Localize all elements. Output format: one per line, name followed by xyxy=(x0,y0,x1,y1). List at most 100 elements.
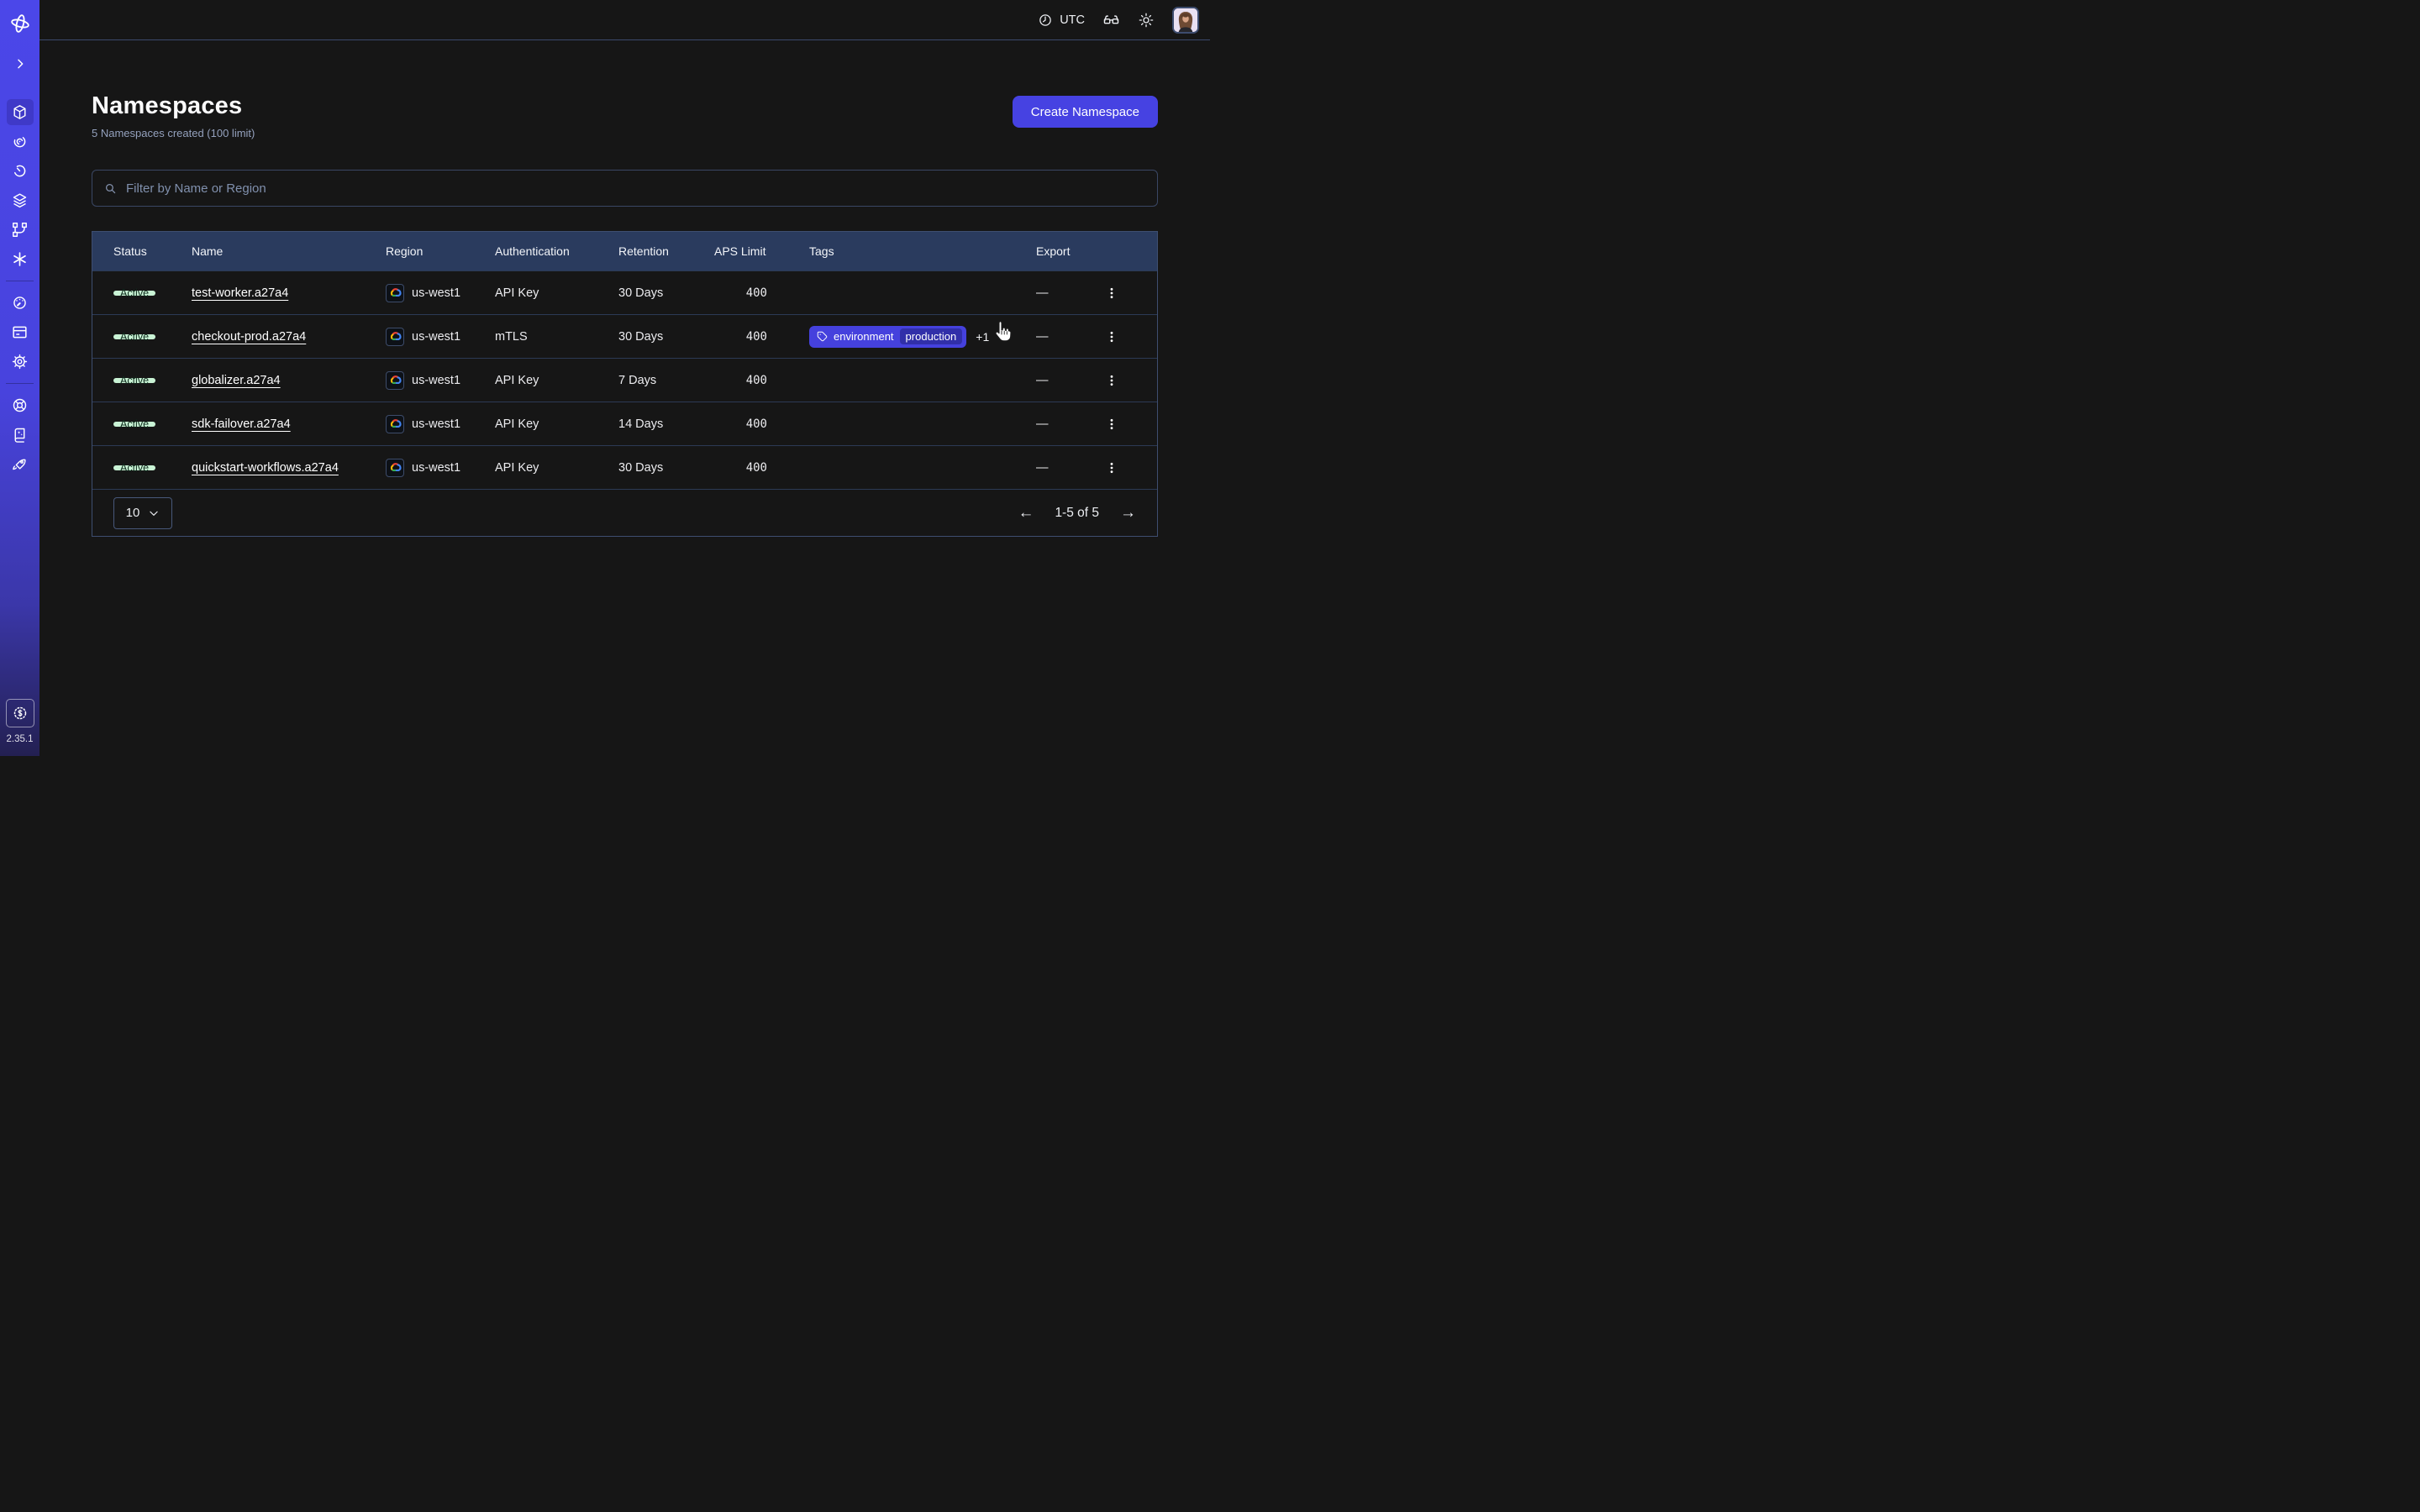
export-value: — xyxy=(1036,330,1049,344)
timezone-button[interactable]: UTC xyxy=(1038,13,1085,28)
row-menu-button[interactable] xyxy=(1100,281,1123,305)
tags-expand-chevron-icon[interactable] xyxy=(998,330,1012,344)
kebab-icon xyxy=(1105,330,1118,344)
sun-icon xyxy=(1138,12,1155,29)
gear-icon xyxy=(11,353,29,370)
next-page-button[interactable]: → xyxy=(1120,505,1136,521)
sidebar-item-support[interactable] xyxy=(7,392,34,418)
pager: ← 1-5 of 5 → xyxy=(1018,505,1136,521)
table-footer: 10 ← 1-5 of 5 → xyxy=(92,489,1157,536)
export-value: — xyxy=(1036,374,1049,387)
table-row: Active test-worker.a27a4 us-west1 API Ke… xyxy=(92,270,1157,314)
credits-button[interactable] xyxy=(6,699,34,727)
namespace-link[interactable]: globalizer.a27a4 xyxy=(192,374,281,387)
layers-icon xyxy=(11,192,29,209)
aps-limit-value: 400 xyxy=(714,461,809,475)
page-size-select[interactable]: 10 xyxy=(113,497,172,529)
page-title: Namespaces xyxy=(92,92,255,120)
gauge-icon xyxy=(11,294,29,312)
column-header-export: Export xyxy=(1036,244,1157,258)
sidebar-item-schedules[interactable] xyxy=(7,158,34,184)
region-label: us-west1 xyxy=(412,374,460,387)
sidebar-item-docs[interactable] xyxy=(7,422,34,448)
page-header: Namespaces 5 Namespaces created (100 lim… xyxy=(92,92,1158,139)
glasses-icon xyxy=(1102,11,1120,29)
aps-limit-value: 400 xyxy=(714,374,809,387)
row-menu-button[interactable] xyxy=(1100,456,1123,480)
tag-pill[interactable]: environment production xyxy=(809,326,966,348)
labs-mode-button[interactable] xyxy=(1102,11,1120,29)
dollar-badge-icon xyxy=(12,705,29,722)
export-value: — xyxy=(1036,461,1049,475)
page-size-value: 10 xyxy=(126,506,140,520)
auth-label: API Key xyxy=(495,286,618,300)
sidebar: 2.35.1 xyxy=(0,0,39,756)
sidebar-item-workflows[interactable] xyxy=(7,129,34,155)
sidebar-item-namespaces[interactable] xyxy=(7,99,34,125)
column-header-tags: Tags xyxy=(809,244,1036,258)
sidebar-expand-chevron-icon[interactable] xyxy=(7,50,34,77)
filter-bar xyxy=(92,170,1158,207)
status-badge: Active xyxy=(113,465,155,470)
clock-icon xyxy=(1038,13,1053,28)
prev-page-button[interactable]: ← xyxy=(1018,505,1034,521)
namespace-link[interactable]: test-worker.a27a4 xyxy=(192,286,288,300)
status-badge: Active xyxy=(113,422,155,427)
status-badge: Active xyxy=(113,334,155,339)
column-header-region: Region xyxy=(386,244,495,258)
row-menu-button[interactable] xyxy=(1100,325,1123,349)
namespace-link[interactable]: quickstart-workflows.a27a4 xyxy=(192,461,339,475)
billing-card-icon xyxy=(11,323,29,341)
column-header-retention: Retention xyxy=(618,244,714,258)
theme-toggle-button[interactable] xyxy=(1138,12,1155,29)
retention-label: 14 Days xyxy=(618,417,714,431)
namespaces-table: Status Name Region Authentication Retent… xyxy=(92,231,1158,537)
aps-limit-value: 400 xyxy=(714,286,809,300)
create-namespace-button[interactable]: Create Namespace xyxy=(1013,96,1158,128)
avatar[interactable] xyxy=(1172,7,1199,34)
table-header-row: Status Name Region Authentication Retent… xyxy=(92,232,1157,270)
tag-value: production xyxy=(900,328,963,344)
region-label: us-west1 xyxy=(412,417,460,431)
auth-label: API Key xyxy=(495,461,618,475)
gcp-region-icon xyxy=(386,328,404,346)
life-ring-icon xyxy=(11,396,29,414)
export-value: — xyxy=(1036,286,1049,300)
column-header-aps-limit: APS Limit xyxy=(714,244,809,258)
filter-input[interactable] xyxy=(126,181,1146,196)
column-header-name: Name xyxy=(192,244,386,258)
asterisk-icon xyxy=(11,250,29,268)
sidebar-item-nexus[interactable] xyxy=(7,246,34,272)
column-header-status: Status xyxy=(113,244,192,258)
sidebar-item-deployments[interactable] xyxy=(7,187,34,213)
avatar-image xyxy=(1174,8,1197,32)
gcp-region-icon xyxy=(386,284,404,302)
book-sparkles-icon xyxy=(11,426,29,444)
sidebar-item-billing[interactable] xyxy=(7,319,34,345)
row-menu-button[interactable] xyxy=(1100,412,1123,436)
export-value: — xyxy=(1036,417,1049,431)
tags-cell: environment production +1 xyxy=(809,326,1036,348)
retention-label: 30 Days xyxy=(618,330,714,344)
column-header-auth: Authentication xyxy=(495,244,618,258)
sidebar-nav xyxy=(6,99,34,477)
gcp-region-icon xyxy=(386,459,404,477)
namespace-link[interactable]: sdk-failover.a27a4 xyxy=(192,417,291,431)
timer-icon xyxy=(11,162,29,180)
timezone-label: UTC xyxy=(1060,13,1085,27)
sidebar-item-usage[interactable] xyxy=(7,290,34,316)
kebab-icon xyxy=(1105,286,1118,300)
region-label: us-west1 xyxy=(412,461,460,475)
temporal-logo-icon[interactable] xyxy=(7,10,34,37)
sidebar-item-getting-started[interactable] xyxy=(7,451,34,477)
gcp-region-icon xyxy=(386,371,404,390)
gcp-region-icon xyxy=(386,415,404,433)
topbar: UTC xyxy=(39,0,1210,40)
tag-key: environment xyxy=(834,330,894,343)
region-label: us-west1 xyxy=(412,330,460,344)
sidebar-item-settings[interactable] xyxy=(7,349,34,375)
status-badge: Active xyxy=(113,378,155,383)
row-menu-button[interactable] xyxy=(1100,369,1123,392)
sidebar-item-batch-operations[interactable] xyxy=(7,217,34,243)
namespace-link[interactable]: checkout-prod.a27a4 xyxy=(192,330,306,344)
